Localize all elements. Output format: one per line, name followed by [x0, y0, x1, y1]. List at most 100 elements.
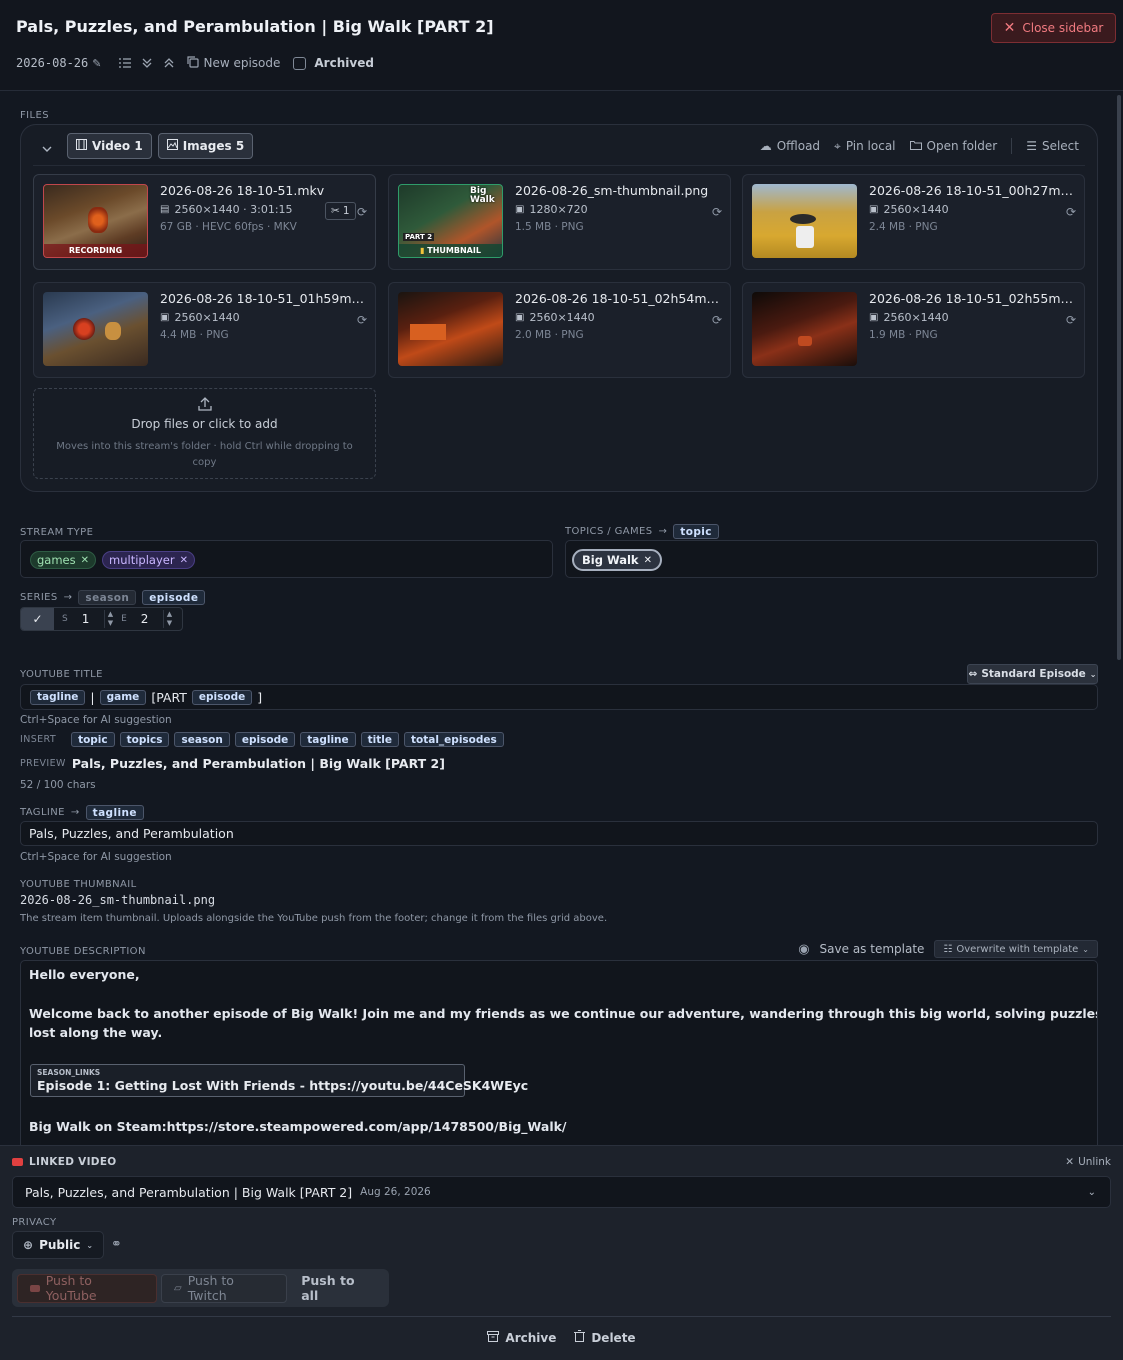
edit-date-icon[interactable]: ✎: [92, 57, 101, 70]
page-title: Pals, Puzzles, and Perambulation | Big W…: [16, 17, 494, 36]
sync-icon[interactable]: ⟳: [1066, 313, 1076, 327]
thumbnail-filename: 2026-08-26_sm-thumbnail.png: [20, 893, 216, 907]
sync-icon[interactable]: ⟳: [357, 313, 367, 327]
open-folder-button[interactable]: Open folder: [909, 139, 997, 153]
thumbnail-label: YOUTUBE THUMBNAIL: [20, 879, 137, 890]
push-youtube-button[interactable]: Push to YouTube: [17, 1273, 158, 1303]
insert-tag[interactable]: season: [174, 732, 230, 747]
drop-title: Drop files or click to add: [131, 417, 278, 431]
tab-video-label: Video 1: [92, 139, 143, 153]
youtube-title-label: YOUTUBE TITLE: [20, 669, 103, 680]
title-token-tagline[interactable]: tagline: [30, 689, 86, 705]
close-icon: ✕: [1065, 1156, 1075, 1168]
save-template-button[interactable]: Save as template: [820, 942, 925, 956]
chevron-down-icon[interactable]: [42, 142, 52, 156]
insert-tag[interactable]: topics: [119, 732, 170, 747]
push-all-button[interactable]: Push to all: [291, 1273, 384, 1303]
insert-tag[interactable]: episode: [234, 732, 296, 747]
topics-field[interactable]: Big Walk ✕: [565, 540, 1098, 578]
stream-type-field[interactable]: games ✕ multiplayer ✕: [20, 540, 553, 578]
offload-button[interactable]: ☁ Offload: [760, 139, 820, 153]
link-icon[interactable]: ⚭: [111, 1237, 122, 1252]
episode-input[interactable]: 2: [141, 612, 159, 626]
title-token-game[interactable]: game: [99, 689, 147, 705]
scrollbar[interactable]: [1117, 95, 1121, 660]
sync-icon[interactable]: ⟳: [357, 205, 367, 219]
pin-local-button[interactable]: ⌖ Pin local: [834, 139, 895, 154]
stream-type-chip[interactable]: multiplayer ✕: [102, 551, 195, 569]
remove-icon[interactable]: ✕: [81, 555, 89, 566]
new-episode-button[interactable]: New episode: [187, 55, 280, 71]
template-icon: ☷: [943, 943, 953, 955]
title-token-episode[interactable]: episode: [191, 689, 253, 705]
file-card[interactable]: RECORDING 2026-08-26 18-10-51.mkv ▤ 2560×…: [33, 174, 376, 270]
eye-icon[interactable]: ◉: [798, 942, 809, 957]
file-card[interactable]: 2026-08-26 18-10-51_02h55m27... ▣ 2560×14…: [742, 282, 1085, 378]
clip-count-badge[interactable]: ✂ 1: [325, 202, 356, 220]
close-sidebar-button[interactable]: ✕ Close sidebar: [991, 13, 1116, 43]
unlink-button[interactable]: ✕ Unlink: [1065, 1156, 1111, 1168]
file-card[interactable]: 2026-08-26 18-10-51_01h59m15... ▣ 2560×14…: [33, 282, 376, 378]
topic-chip[interactable]: Big Walk ✕: [572, 549, 662, 571]
episode-stepper[interactable]: ▲ ▼: [162, 610, 175, 628]
file-card[interactable]: 2026-08-26 18-10-51_02h54m56... ▣ 2560×14…: [388, 282, 731, 378]
clip-count: 1: [342, 205, 350, 217]
drop-zone[interactable]: Drop files or click to add Moves into th…: [33, 388, 376, 479]
season-input[interactable]: 1: [82, 612, 100, 626]
file-card[interactable]: 2026-08-26 18-10-51_00h27m05... ▣ 2560×14…: [742, 174, 1085, 270]
tab-images-label: Images 5: [182, 139, 245, 153]
chip-label: games: [37, 553, 76, 567]
remove-icon[interactable]: ✕: [180, 555, 188, 566]
youtube-title-field[interactable]: tagline | game [PART episode ]: [20, 684, 1098, 710]
archive-button[interactable]: Archive: [487, 1330, 556, 1345]
insert-tag[interactable]: topic: [71, 732, 115, 747]
collapse-all-icon[interactable]: [142, 58, 152, 68]
linked-video-select[interactable]: Pals, Puzzles, and Perambulation | Big W…: [12, 1176, 1111, 1208]
sync-icon[interactable]: ⟳: [1066, 205, 1076, 219]
delete-button[interactable]: Delete: [574, 1330, 636, 1345]
file-dimensions-text: 2560×1440: [529, 311, 595, 324]
tab-images[interactable]: Images 5: [157, 133, 254, 159]
season-stepper[interactable]: ▲ ▼: [103, 610, 116, 628]
topics-label: TOPICS / GAMES → topic: [565, 524, 719, 539]
select-button[interactable]: ☰ Select: [1026, 139, 1079, 153]
tab-video[interactable]: Video 1: [67, 133, 152, 159]
remove-icon[interactable]: ✕: [644, 555, 652, 566]
season-prefix: S: [62, 614, 68, 624]
series-toggle-button[interactable]: ✓: [21, 608, 54, 630]
youtube-icon: [12, 1158, 23, 1166]
pin-local-label: Pin local: [845, 139, 896, 153]
season-links-block[interactable]: SEASON_LINKS Episode 1: Getting Lost Wit…: [30, 1064, 528, 1097]
file-dimensions: ▣ 2560×1440: [515, 311, 595, 324]
linked-video-header: LINKED VIDEO: [12, 1156, 117, 1168]
stream-type-chip[interactable]: games ✕: [30, 551, 97, 569]
insert-tag[interactable]: title: [360, 732, 399, 747]
expand-all-icon[interactable]: [164, 58, 174, 68]
archived-label: Archived: [314, 56, 374, 70]
template-select[interactable]: ⇔ Standard Episode ⌄: [967, 664, 1098, 684]
close-icon: ✕: [1003, 20, 1016, 36]
overwrite-template-select[interactable]: ☷ Overwrite with template ⌄: [934, 940, 1098, 958]
cloud-icon: ☁: [759, 139, 772, 153]
insert-tag[interactable]: total_episodes: [404, 732, 504, 747]
description-line: Hello everyone,: [29, 967, 140, 982]
footer-actions: Archive Delete: [0, 1330, 1123, 1345]
push-twitch-button[interactable]: ▱ Push to Twitch: [161, 1273, 288, 1303]
archived-checkbox[interactable]: [293, 56, 307, 70]
youtube-icon: [30, 1284, 40, 1292]
list-icon[interactable]: [119, 58, 132, 68]
tagline-input[interactable]: Pals, Puzzles, and Perambulation: [20, 821, 1098, 846]
insert-tag[interactable]: tagline: [300, 732, 356, 747]
sync-icon[interactable]: ⟳: [712, 313, 722, 327]
sync-icon[interactable]: ⟳: [712, 205, 722, 219]
chevron-down-icon: ⌄: [1082, 944, 1089, 954]
description-editor[interactable]: Hello everyone, Welcome back to another …: [20, 960, 1098, 1150]
thumbnail-image: [398, 292, 503, 366]
privacy-select[interactable]: ⊕ Public ⌄: [12, 1231, 105, 1259]
archive-icon: [487, 1330, 500, 1345]
divider: [1011, 138, 1013, 154]
chip-label: Big Walk: [582, 553, 639, 567]
season-tag: season: [78, 590, 137, 605]
file-card[interactable]: Big Walk PART 2 ▮ THUMBNAIL 2026-08-26_s…: [388, 174, 731, 270]
pin-icon: ⌖: [834, 138, 841, 153]
